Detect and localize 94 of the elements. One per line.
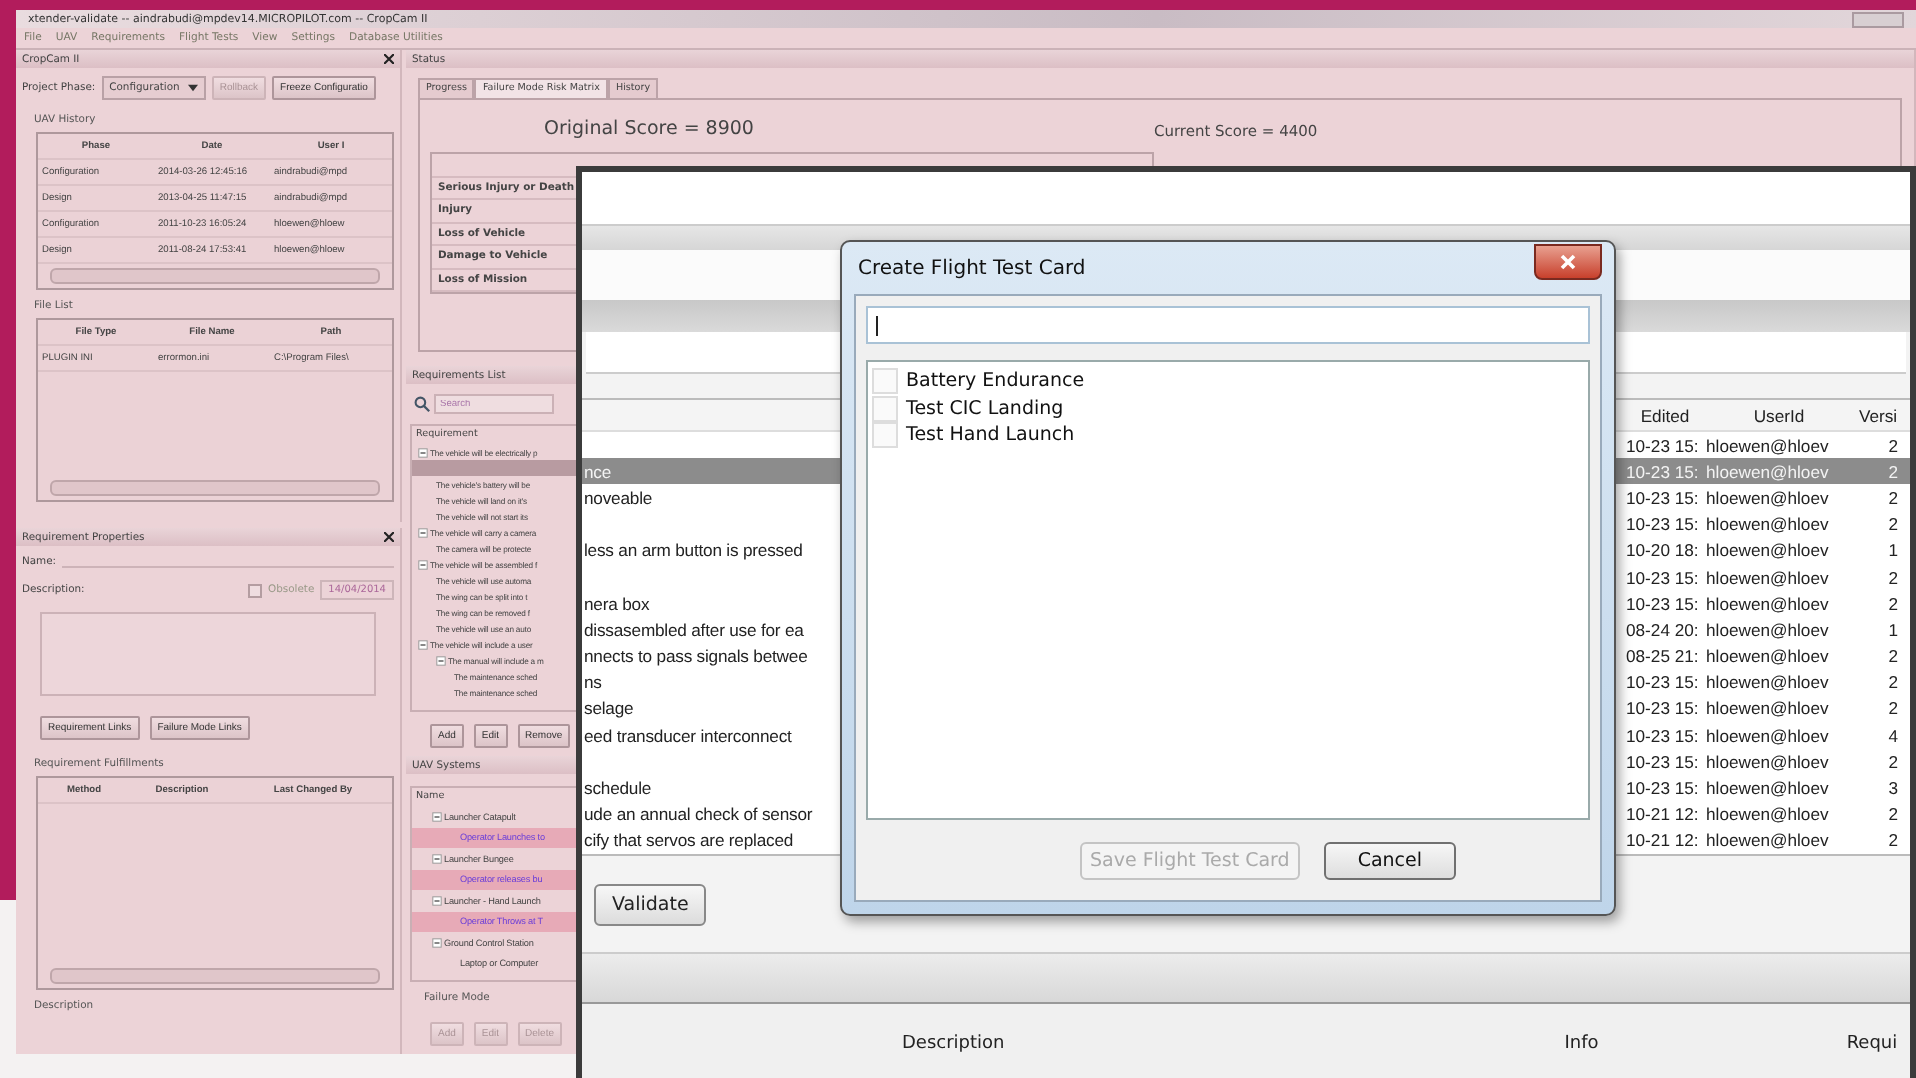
table-cell-text: 2 bbox=[1886, 487, 1900, 508]
table-cell-text: hloewen@hloev bbox=[1704, 593, 1831, 614]
table-cell: cify that servos are replaced bbox=[584, 830, 794, 851]
table-cell-text: 2 bbox=[1886, 751, 1900, 772]
table-cell-text: 2 bbox=[1886, 672, 1900, 693]
table-cell-text: 10-23 15: bbox=[1624, 672, 1701, 693]
table-cell-text: hloewen@hloev bbox=[1704, 672, 1831, 693]
collapse-icon[interactable] bbox=[418, 559, 428, 569]
search-icon[interactable] bbox=[414, 396, 430, 412]
table-cell-text: 10-23 15: bbox=[1624, 514, 1701, 535]
table-cell-text: 10-23 15: bbox=[1624, 461, 1701, 482]
table-cell-text: hloewen@hloev bbox=[1704, 435, 1831, 456]
table-cell-text: hloewen@hloev bbox=[1704, 540, 1831, 561]
table-cell-text: hloewen@hloev bbox=[1704, 619, 1831, 640]
column-header[interactable]: Requi bbox=[1846, 1034, 1898, 1054]
collapse-icon[interactable] bbox=[432, 937, 442, 948]
table-cell: noveable bbox=[584, 487, 653, 508]
table-cell-text: hloewen@hloev bbox=[1704, 461, 1831, 482]
table-cell-text: 10-23 15: bbox=[1624, 593, 1701, 614]
collapse-icon[interactable] bbox=[418, 639, 428, 649]
table-cell-text: hloewen@hloev bbox=[1704, 751, 1831, 772]
table-cell-text: 10-23 15: bbox=[1624, 725, 1701, 746]
scrollbar[interactable] bbox=[50, 268, 380, 284]
table-cell-text: 2 bbox=[1886, 567, 1900, 588]
table-cell-text: 10-20 18: bbox=[1624, 540, 1701, 561]
column-header[interactable]: UserId bbox=[1704, 405, 1852, 425]
table-cell-text: 2 bbox=[1886, 698, 1900, 719]
table-cell: selage bbox=[584, 698, 634, 719]
table-cell-text: hloewen@hloev bbox=[1704, 698, 1831, 719]
checkbox[interactable] bbox=[248, 583, 263, 597]
scrollbar[interactable] bbox=[50, 968, 380, 984]
table-cell-text: 1 bbox=[1886, 619, 1900, 640]
table-cell-text: 08-25 21: bbox=[1624, 646, 1701, 667]
table-cell-text: hloewen@hloev bbox=[1704, 567, 1831, 588]
cancel-button[interactable]: Cancel bbox=[1323, 841, 1457, 879]
table-cell-text: hloewen@hloev bbox=[1704, 804, 1831, 825]
table-cell-text: hloewen@hloev bbox=[1704, 514, 1831, 535]
scrollbar[interactable] bbox=[50, 480, 380, 496]
table-cell: nce bbox=[584, 461, 612, 482]
table-cell-text: hloewen@hloev bbox=[1704, 646, 1831, 667]
score-text: Original Score = 8900 bbox=[544, 118, 754, 140]
table-cell: less an arm button is pressed bbox=[584, 540, 803, 561]
checkbox-label[interactable]: Test Hand Launch bbox=[906, 424, 1075, 447]
validate-button[interactable]: Validate bbox=[594, 883, 707, 925]
table-cell-text: 10-23 15: bbox=[1624, 435, 1701, 456]
table-cell: schedule bbox=[584, 778, 652, 799]
table-cell-text: 10-21 12: bbox=[1624, 830, 1701, 851]
table-cell-text: 3 bbox=[1886, 778, 1900, 799]
table-cell-text: 2 bbox=[1886, 461, 1900, 482]
close-icon[interactable] bbox=[384, 532, 394, 542]
table-cell-text: 2 bbox=[1886, 435, 1900, 456]
table-cell: eed transducer interconnect bbox=[584, 725, 792, 746]
column-header[interactable]: Versi bbox=[1852, 405, 1902, 425]
collapse-icon[interactable] bbox=[418, 447, 428, 457]
table-cell-text: 10-23 15: bbox=[1624, 487, 1701, 508]
table-cell-text: 2 bbox=[1886, 514, 1900, 535]
table-cell-text: hloewen@hloev bbox=[1704, 487, 1831, 508]
dialog-title: Create Flight Test Card bbox=[858, 257, 1086, 279]
table-cell-text: hloewen@hloev bbox=[1704, 778, 1831, 799]
collapse-icon[interactable] bbox=[418, 527, 428, 537]
collapse-icon[interactable] bbox=[436, 655, 446, 665]
table-cell-text: 10-23 15: bbox=[1624, 751, 1701, 772]
table-cell-text: 2 bbox=[1886, 593, 1900, 614]
collapse-icon[interactable] bbox=[432, 853, 442, 864]
description-field[interactable] bbox=[40, 612, 376, 696]
caret-icon[interactable] bbox=[187, 84, 198, 92]
table-cell-text: 08-24 20: bbox=[1624, 619, 1701, 640]
table-cell-text: 2 bbox=[1886, 646, 1900, 667]
table-cell-text: hloewen@hloev bbox=[1704, 830, 1831, 851]
table-cell: dissasembled after use for ea bbox=[584, 619, 804, 640]
table-cell: ns bbox=[584, 672, 602, 693]
table-cell-text: 2 bbox=[1886, 804, 1900, 825]
window-controls-icon[interactable] bbox=[1852, 11, 1904, 27]
table-cell-text: hloewen@hloev bbox=[1704, 725, 1831, 746]
collapse-icon[interactable] bbox=[432, 895, 442, 906]
table-cell-text: 2 bbox=[1886, 830, 1900, 851]
input-field[interactable] bbox=[866, 306, 1590, 344]
table-cell-text: 10-21 12: bbox=[1624, 804, 1701, 825]
table-cell-text: 10-23 15: bbox=[1624, 778, 1701, 799]
column-header[interactable]: Edited bbox=[1624, 405, 1704, 425]
table-cell-text: 1 bbox=[1886, 540, 1900, 561]
close-icon[interactable] bbox=[384, 54, 394, 64]
table-cell: nnects to pass signals betwee bbox=[584, 646, 808, 667]
table-cell: ude an annual check of sensor bbox=[584, 804, 813, 825]
column-header[interactable]: Description bbox=[902, 1034, 1005, 1054]
table-cell-text: 10-23 15: bbox=[1624, 567, 1701, 588]
table-cell-text: 10-23 15: bbox=[1624, 698, 1701, 719]
checkbox-label[interactable]: Battery Endurance bbox=[906, 370, 1085, 393]
column-header[interactable]: Info bbox=[1564, 1034, 1599, 1054]
collapse-icon[interactable] bbox=[432, 811, 442, 822]
table-cell-text: 4 bbox=[1886, 725, 1900, 746]
table-cell: nera box bbox=[584, 593, 650, 614]
checkbox-label[interactable]: Test CIC Landing bbox=[906, 397, 1064, 420]
close-button[interactable] bbox=[1534, 244, 1602, 280]
